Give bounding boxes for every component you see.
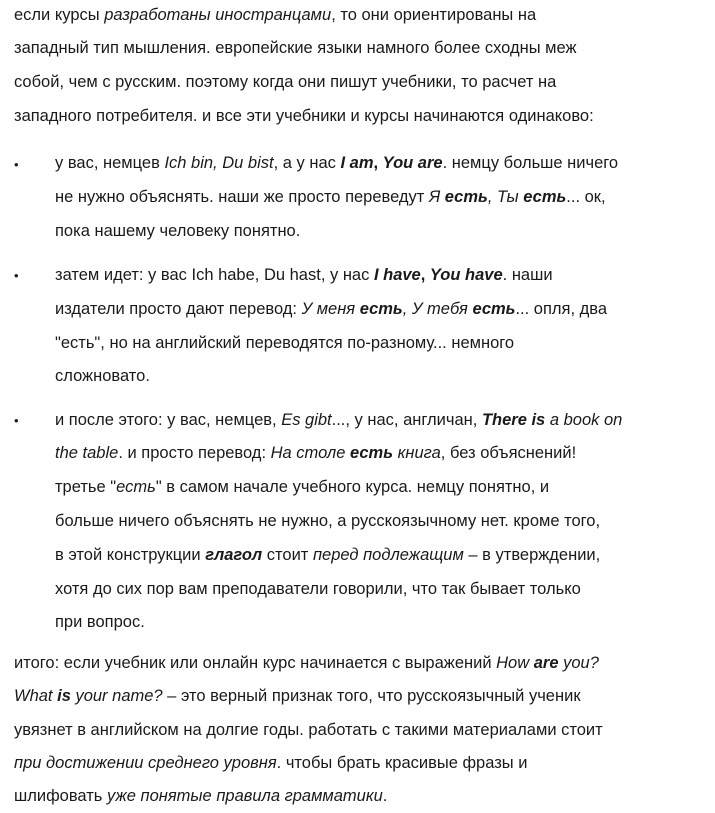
bullet-icon: • (14, 157, 19, 172)
list-item-3-line-5: в этой конструкции глагол стоит перед по… (55, 546, 601, 564)
list-item-2-line-2: издатели просто дают перевод: У меня ест… (55, 300, 608, 318)
intro-line-1: если курсы разработаны иностранцами, то … (14, 6, 537, 24)
outro-line-3: увязнет в английском на долгие годы. раб… (14, 721, 603, 739)
document: если курсы разработаны иностранцами, то … (0, 0, 715, 813)
intro-line-3: собой, чем с русским. поэтому когда они … (14, 73, 557, 91)
list-item-3-line-1: и после этого: у вас, немцев, Es gibt...… (55, 411, 623, 429)
list-item-2-line-4: сложновато. (55, 367, 150, 385)
intro-line-2: западный тип мышления. европейские языки… (14, 39, 577, 57)
list-item-2-line-3: "есть", но на английский переводятся по-… (55, 334, 515, 352)
outro-line-5: шлифовать уже понятые правила грамматики… (14, 787, 388, 805)
bullet-icon: • (14, 268, 19, 283)
list-item-3-line-6: хотя до сих пор вам преподаватели говори… (55, 580, 581, 598)
list-item-3-line-7: при вопрос. (55, 613, 145, 631)
intro-line-4: западного потребителя. и все эти учебник… (14, 107, 594, 125)
list-item-1-line-1: у вас, немцев Ich bin, Du bist, а у нас … (55, 154, 619, 172)
bullet-icon: • (14, 413, 19, 428)
list-item-3-line-2: the table. и просто перевод: На столе ес… (55, 444, 577, 462)
list-item-1-line-3: пока нашему человеку понятно. (55, 222, 301, 240)
list-item-1-line-2: не нужно объяснять. наши же просто перев… (55, 188, 606, 206)
outro-line-1: итого: если учебник или онлайн курс начи… (14, 654, 599, 672)
list-item-3-line-4: больше ничего объяснять не нужно, а русс… (55, 512, 601, 530)
list-item-2-line-1: затем идет: у вас Ich habe, Du hast, у н… (55, 266, 553, 284)
outro-line-2: What is your name? – это верный признак … (14, 687, 581, 705)
outro-line-4: при достижении среднего уровня. чтобы бр… (14, 754, 528, 772)
list-item-3-line-3: третье "есть" в самом начале учебного ку… (55, 478, 550, 496)
